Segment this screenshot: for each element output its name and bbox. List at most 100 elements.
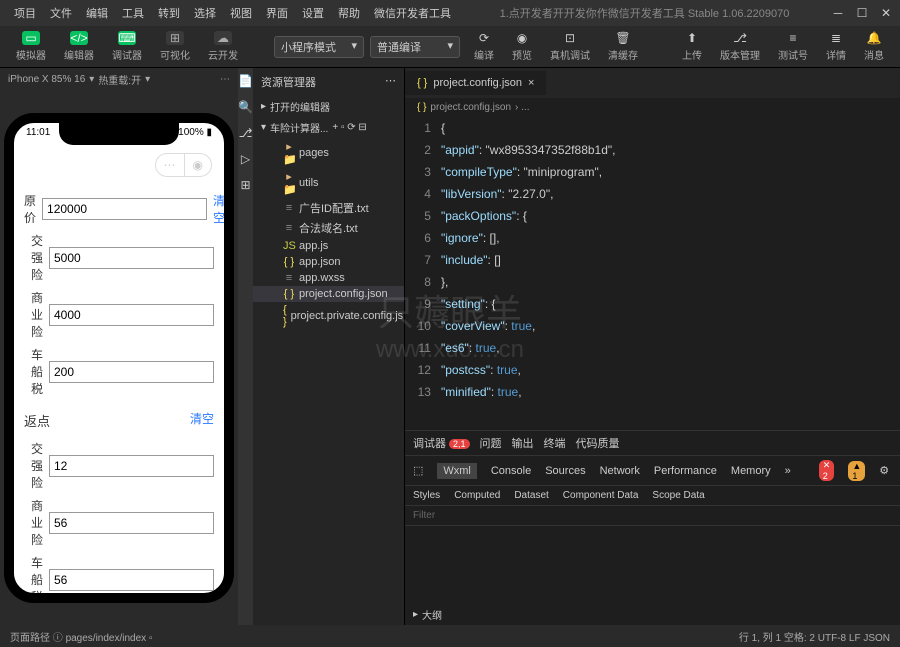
upload-button[interactable]: ⬆上传 [674,29,710,64]
rebate-title: 返点 [24,411,50,430]
minimize-icon[interactable]: ─ [832,6,844,20]
sub-wxml[interactable]: Wxml [437,463,477,479]
sub-sources[interactable]: Sources [545,465,585,477]
orig-label: 原价 [24,192,36,226]
branch-icon[interactable]: ⎇ [239,126,253,140]
close-icon[interactable]: ✕ [880,6,892,20]
sub-memory[interactable]: Memory [731,465,771,477]
editor-button[interactable]: </>编辑器 [56,29,102,64]
ccs2-input[interactable] [49,569,214,591]
menu-devtools[interactable]: 微信开发者工具 [368,3,457,23]
breadcrumb[interactable]: { }project.config.json › ... [405,98,900,117]
dbg-tab-debugger[interactable]: 调试器 2,1 [413,435,470,451]
page-path-label: 页面路径 [10,633,50,644]
menu-view[interactable]: 视图 [224,3,258,23]
file-app.json[interactable]: { }app.json [253,254,404,270]
titlebar: 项目 文件 编辑 工具 转到 选择 视图 界面 设置 帮助 微信开发者工具 1.… [0,0,900,26]
visual-button[interactable]: ⊞可视化 [152,29,198,64]
tab-project-config[interactable]: { }project.config.json× [405,71,547,95]
debug-panel: 调试器 2,1 问题 输出 终端 代码质量 ⌃ ✕ ⬚ Wxml Console… [405,430,900,625]
file-pages[interactable]: ▸ 📁pages [253,138,404,168]
clear-rebate[interactable]: 清空 [190,410,214,427]
dbg-tab-output[interactable]: 输出 [512,435,534,451]
capsule-close-icon[interactable]: ◉ [185,154,211,176]
dbg-gear-icon[interactable]: ⚙ [879,464,889,477]
messages-button[interactable]: 🔔消息 [856,29,892,64]
jqx-input[interactable] [49,247,214,269]
clear-cache-button[interactable]: 🗑清缓存 [600,29,646,64]
ext-icon[interactable]: ⊞ [240,178,250,192]
capsule-menu-icon[interactable]: ⋯ [156,154,185,176]
sub-network[interactable]: Network [600,465,640,477]
activity-bar: 📄 🔍 ⎇ ▷ ⊞ [238,68,253,625]
syx2-input[interactable] [49,512,214,534]
file-project.config.json[interactable]: { }project.config.json [253,286,404,302]
mode-select[interactable]: 小程序模式▾ [274,36,364,58]
st-dataset[interactable]: Dataset [514,490,548,501]
tab-close-icon[interactable]: × [528,77,534,89]
st-styles[interactable]: Styles [413,490,440,501]
clear-orig[interactable]: 清空 [213,192,225,226]
menu-ui[interactable]: 界面 [260,3,294,23]
file-utils[interactable]: ▸ 📁utils [253,168,404,198]
remote-debug-button[interactable]: ⊡真机调试 [542,29,598,64]
menu-goto[interactable]: 转到 [152,3,186,23]
file-app.wxss[interactable]: ≡app.wxss [253,270,404,286]
outline[interactable]: ▸ 大纲 [405,604,900,625]
jqx2-label: 交强险 [24,440,43,491]
sub-performance[interactable]: Performance [654,465,717,477]
menu-project[interactable]: 项目 [8,3,42,23]
dbg-tab-terminal[interactable]: 终端 [544,435,566,451]
menu-edit[interactable]: 编辑 [80,3,114,23]
details-button[interactable]: ≣详情 [818,29,854,64]
menu-tools[interactable]: 工具 [116,3,150,23]
st-scope[interactable]: Scope Data [652,490,704,501]
sub-console[interactable]: Console [491,465,531,477]
file-project.private.config.js...[interactable]: { }project.private.config.js... [253,302,404,330]
menu-file[interactable]: 文件 [44,3,78,23]
file-广告ID配置.txt[interactable]: ≡广告ID配置.txt [253,198,404,218]
explorer: 资源管理器⋯ ▸ 打开的编辑器 ▾ 车险计算器... + ▫ ⟳ ⊟ ▸ 📁pa… [253,68,405,625]
st-computed[interactable]: Computed [454,490,500,501]
preview-button[interactable]: ◉预览 [504,29,540,64]
sub-more-icon[interactable]: » [785,465,791,477]
file-合法域名.txt[interactable]: ≡合法域名.txt [253,218,404,238]
compile-button[interactable]: ⟳编译 [466,29,502,64]
code-editor[interactable]: 12345678910111213 { "appid": "wx89533473… [405,117,900,430]
file-app.js[interactable]: JSapp.js [253,238,404,254]
menu-select[interactable]: 选择 [188,3,222,23]
maximize-icon[interactable]: ☐ [856,6,868,20]
jqx2-input[interactable] [49,455,214,477]
project-root[interactable]: ▾ 车险计算器... + ▫ ⟳ ⊟ [253,117,404,138]
compile-select[interactable]: 普通编译▾ [370,36,460,58]
dbg-tab-problems[interactable]: 问题 [480,435,502,451]
inspect-icon[interactable]: ⬚ [413,464,423,477]
st-component[interactable]: Component Data [563,490,639,501]
filter-input[interactable]: Filter [413,510,435,521]
explorer-more-icon[interactable]: ⋯ [385,74,396,90]
orig-input[interactable] [42,198,207,220]
menu-help[interactable]: 帮助 [332,3,366,23]
device-select[interactable]: iPhone X 85% 16 [8,74,85,85]
debugger-button[interactable]: ⌨调试器 [104,29,150,64]
simulator-button[interactable]: ▭模拟器 [8,29,54,64]
status-right[interactable]: 行 1, 列 1 空格: 2 UTF-8 LF JSON [739,629,890,644]
version-button[interactable]: ⎇版本管理 [712,29,768,64]
files-icon[interactable]: 📄 [238,74,253,88]
cloud-button[interactable]: ☁云开发 [200,29,246,64]
menu-settings[interactable]: 设置 [296,3,330,23]
debug-icon[interactable]: ▷ [241,152,250,166]
hot-reload[interactable]: 热重载:开 [98,72,141,87]
phone-screen: 11:01100% ▮ ⋯◉ 原价清空 交强险 商业险 车船税 返点清空 交强险… [4,113,234,603]
error-badge[interactable]: ✕ 2 [819,460,835,481]
ccs-input[interactable] [49,361,214,383]
test-button[interactable]: ≡测试号 [770,29,816,64]
syx-input[interactable] [49,304,214,326]
search-icon[interactable]: 🔍 [238,100,253,114]
simulator-panel: iPhone X 85% 16▾ 热重载:开▾ ⋯ 11:01100% ▮ ⋯◉… [0,68,238,625]
warn-badge[interactable]: ▲ 1 [848,461,865,481]
page-path[interactable]: pages/index/index [66,633,147,644]
sim-more-icon[interactable]: ⋯ [220,74,230,85]
open-editors[interactable]: ▸ 打开的编辑器 [253,96,404,117]
dbg-tab-quality[interactable]: 代码质量 [576,435,620,451]
